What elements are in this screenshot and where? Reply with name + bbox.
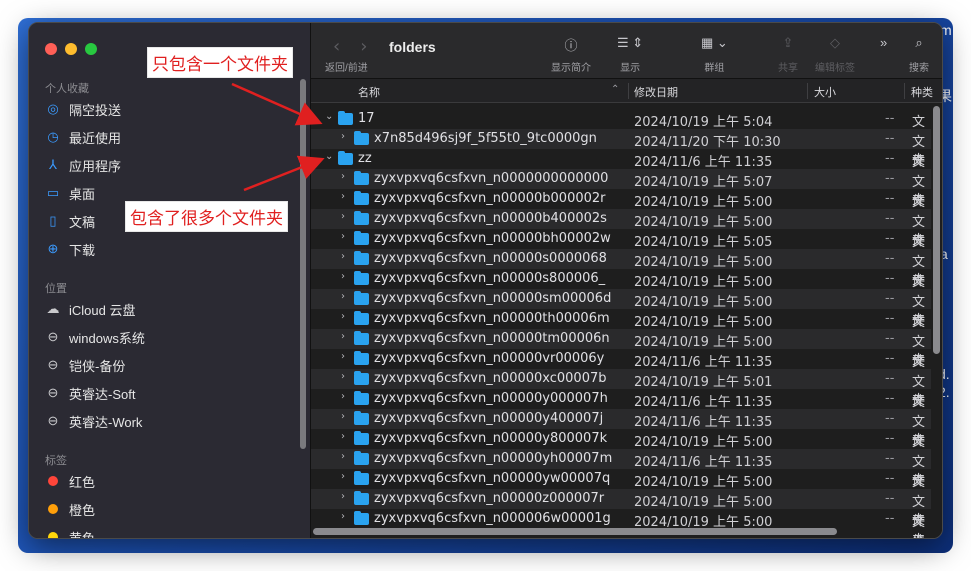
annotation-callout-single-folder: 只包含一个文件夹 — [147, 47, 293, 78]
annotation-callout-many-folders: 包含了很多个文件夹 — [125, 201, 288, 232]
annotation-arrow — [231, 82, 323, 126]
annotation-arrows — [231, 82, 325, 192]
annotation-arrow — [243, 155, 325, 192]
